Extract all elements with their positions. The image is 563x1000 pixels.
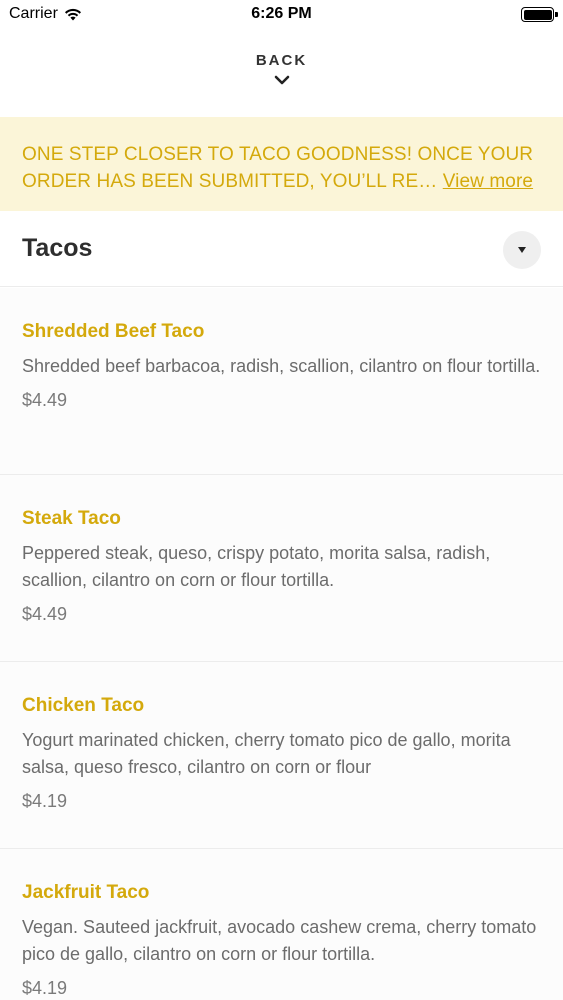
back-label: BACK <box>255 52 308 69</box>
item-price: $4.19 <box>22 791 68 811</box>
back-button[interactable]: BACK <box>0 52 563 102</box>
menu-list: Shredded Beef Taco Shredded beef barbaco… <box>0 288 563 1000</box>
item-name: Jackfruit Taco <box>22 882 150 903</box>
item-description: Yogurt marinated chicken, cherry tomato … <box>22 730 511 777</box>
menu-item[interactable]: Steak Taco Peppered steak, queso, crispy… <box>0 475 563 662</box>
section-title: Tacos <box>22 234 93 262</box>
menu-item[interactable]: Jackfruit Taco Vegan. Sauteed jackfruit,… <box>0 849 563 1000</box>
menu-item[interactable]: Shredded Beef Taco Shredded beef barbaco… <box>0 288 563 475</box>
item-price: $4.19 <box>22 978 68 998</box>
menu-item[interactable]: Chicken Taco Yogurt marinated chicken, c… <box>0 662 563 849</box>
item-name: Chicken Taco <box>22 695 145 716</box>
item-name: Steak Taco <box>22 508 121 529</box>
item-price: $4.49 <box>22 604 68 624</box>
notice-banner: ONE STEP CLOSER TO TACO GOODNESS! ONCE Y… <box>0 117 563 211</box>
battery-level <box>523 9 552 20</box>
item-price: $4.49 <box>22 390 68 410</box>
item-description: Shredded beef barbacoa, radish, scallion… <box>22 356 541 376</box>
chevron-down-icon <box>274 75 289 85</box>
item-name: Shredded Beef Taco <box>22 321 205 342</box>
item-description: Vegan. Sauteed jackfruit, avocado cashew… <box>22 917 537 964</box>
view-more-link[interactable]: View more <box>443 171 533 192</box>
section-header: Tacos <box>0 211 563 287</box>
battery-icon <box>521 7 558 22</box>
status-time: 6:26 PM <box>251 5 312 22</box>
item-description: Peppered steak, queso, crispy potato, mo… <box>22 543 491 590</box>
section-collapse-button[interactable] <box>503 231 541 269</box>
caret-down-icon <box>518 247 526 253</box>
menu-screen: Carrier 6:26 PM BACK ONE STEP CLOSER TO … <box>0 0 563 1000</box>
status-bar: Carrier 6:26 PM <box>0 0 563 30</box>
